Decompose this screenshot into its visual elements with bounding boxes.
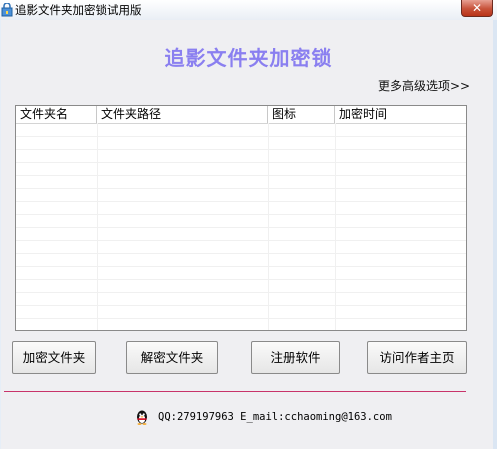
row-gridline [16,279,466,280]
row-gridline [16,188,466,189]
more-options-link[interactable]: 更多高级选项>> [378,77,470,94]
folder-list-view[interactable]: 文件夹名 文件夹路径 图标 加密时间 [15,105,467,331]
qq-penguin-icon [134,409,150,425]
row-gridline [16,240,466,241]
row-gridline [16,318,466,319]
close-button[interactable]: ✕ [461,0,493,17]
column-header-icon[interactable]: 图标 [268,106,335,123]
row-gridline [16,266,466,267]
row-gridline [16,136,466,137]
row-gridline [16,214,466,215]
column-header-folder-path[interactable]: 文件夹路径 [97,106,268,123]
row-gridline [16,292,466,293]
folder-lock-icon [1,2,13,17]
column-header-folder-name[interactable]: 文件夹名 [16,106,97,123]
row-gridline [16,162,466,163]
app-window: 追影文件夹加密锁试用版 ✕ 追影文件夹加密锁 更多高级选项>> 文件夹名 文件夹… [0,0,497,449]
register-software-button[interactable]: 注册软件 [251,341,340,374]
app-heading: 追影文件夹加密锁 [164,46,333,70]
list-header: 文件夹名 文件夹路径 图标 加密时间 [16,106,466,124]
row-gridline [16,227,466,228]
title-bar: 追影文件夹加密锁试用版 ✕ [0,0,497,20]
contact-info: QQ:279197963 E_mail:cchaoming@163.com [158,411,392,423]
encrypt-folder-button[interactable]: 加密文件夹 [12,341,96,374]
close-icon: ✕ [471,1,483,15]
window-title: 追影文件夹加密锁试用版 [15,3,142,17]
row-gridline [16,175,466,176]
footer-divider [4,391,466,392]
window-border [493,20,497,449]
row-gridline [16,201,466,202]
column-header-encrypt-time[interactable]: 加密时间 [335,106,466,123]
row-gridline [16,305,466,306]
row-gridline [16,149,466,150]
row-gridline [16,253,466,254]
decrypt-folder-button[interactable]: 解密文件夹 [126,341,218,374]
visit-author-homepage-button[interactable]: 访问作者主页 [367,341,467,374]
